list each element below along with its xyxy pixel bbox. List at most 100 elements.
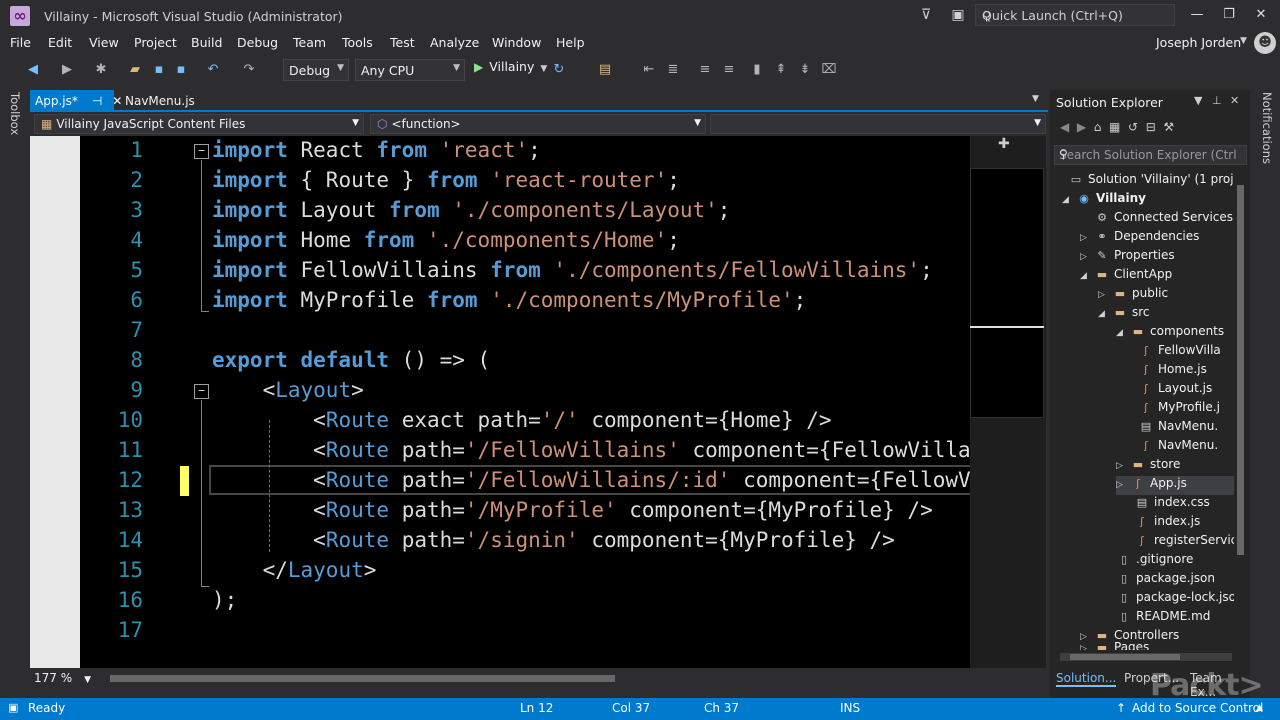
add-to-source-control-button[interactable]: Add to Source Control xyxy=(1132,701,1263,715)
collapsed-icon[interactable]: ▷ xyxy=(1080,644,1094,650)
tree-node-public[interactable]: ▷ ▬ public xyxy=(1098,286,1168,305)
minimize-button[interactable]: — xyxy=(1182,5,1212,25)
split-editor-icon[interactable]: ✚ xyxy=(998,136,1010,152)
tree-node-file[interactable]: ʃ FellowVilla xyxy=(1138,343,1221,362)
new-project-icon[interactable]: ✱ xyxy=(92,61,110,79)
avatar[interactable]: ☻ xyxy=(1254,32,1276,54)
map-viewport[interactable] xyxy=(970,168,1044,418)
properties-icon[interactable]: ⚒ xyxy=(1163,120,1174,134)
solution-search-input[interactable]: Search Solution Explorer (Ctrl ⚲ xyxy=(1054,145,1247,165)
bookmark-next-icon[interactable]: ⇟ xyxy=(796,61,814,79)
collapse-region-icon[interactable]: − xyxy=(194,384,209,399)
tab-app-js[interactable]: App.js* ⊣ ✕ xyxy=(30,90,122,112)
bookmark-clear-icon[interactable]: ⌧ xyxy=(820,61,838,79)
menu-help[interactable]: Help xyxy=(556,35,585,50)
tree-node-file[interactable]: ▤ NavMenu. xyxy=(1138,419,1218,438)
tree-node-file[interactable]: ▤ index.css xyxy=(1134,495,1210,514)
tree-node-file[interactable]: ʃ NavMenu. xyxy=(1138,438,1218,457)
expanded-icon[interactable]: ◢ xyxy=(1116,328,1130,338)
undo-icon[interactable]: ↶ xyxy=(204,61,222,79)
maximize-button[interactable]: ❐ xyxy=(1214,5,1244,25)
chevron-up-icon[interactable]: ▲ xyxy=(1256,703,1263,713)
bookmark-icon[interactable]: ▮ xyxy=(748,61,766,79)
tab-navmenu-js[interactable]: NavMenu.js xyxy=(120,90,200,112)
solution-horizontal-scrollbar[interactable] xyxy=(1060,653,1232,661)
solution-horizontal-thumb[interactable] xyxy=(1070,654,1180,660)
menu-window[interactable]: Window xyxy=(492,35,541,50)
menu-team[interactable]: Team xyxy=(293,35,326,50)
refresh-icon[interactable]: ↻ xyxy=(550,61,568,79)
bookmark-prev-icon[interactable]: ⇞ xyxy=(772,61,790,79)
expanded-icon[interactable]: ◢ xyxy=(1062,195,1076,205)
expanded-icon[interactable]: ◢ xyxy=(1098,309,1112,319)
menu-analyze[interactable]: Analyze xyxy=(430,35,479,50)
pin-icon[interactable]: ⊥ xyxy=(1212,94,1222,107)
tree-node-app-js[interactable]: ▷ ʃ App.js xyxy=(1116,476,1234,495)
quick-launch-input[interactable]: Quick Launch (Ctrl+Q) ⚲ xyxy=(975,4,1175,26)
code-area[interactable]: 1 2 3 4 5 6 7 8 9 10 11 12 13 14 15 16 1… xyxy=(80,136,970,668)
close-icon[interactable]: ✕ xyxy=(1230,94,1239,107)
horizontal-scroll-thumb[interactable] xyxy=(110,675,615,682)
tree-node-file[interactable]: ▯ package.json xyxy=(1116,571,1215,590)
filter-icon[interactable]: ⊽ xyxy=(916,5,936,25)
scope-dropdown[interactable]: ⬡ <function> ▼ xyxy=(370,114,706,134)
format-icon[interactable]: ≣ xyxy=(664,61,682,79)
collapse-all-icon[interactable]: ⊟ xyxy=(1146,120,1156,134)
save-all-icon[interactable]: ▪ xyxy=(172,61,190,79)
collapsed-icon[interactable]: ▷ xyxy=(1080,252,1094,262)
outdent-icon[interactable]: ≡ xyxy=(720,61,738,79)
notifications-tab[interactable]: Notifications xyxy=(1258,92,1274,172)
switch-views-icon[interactable]: ▦ xyxy=(1109,120,1120,134)
tree-node-dependencies[interactable]: ▷ ⚭ Dependencies xyxy=(1080,229,1199,248)
tree-node-file[interactable]: ʃ registerServic xyxy=(1134,533,1234,552)
platform-select[interactable]: Any CPU ▼ xyxy=(355,59,465,81)
tree-node-properties[interactable]: ▷ ✎ Properties xyxy=(1080,248,1175,267)
tree-node-file[interactable]: ▯ README.md xyxy=(1116,609,1210,628)
back-icon[interactable]: ◀ xyxy=(24,61,42,79)
tree-node-file[interactable]: ʃ Home.js xyxy=(1138,362,1207,381)
solution-scroll-thumb[interactable] xyxy=(1237,185,1244,555)
tree-node-file[interactable]: ʃ Layout.js xyxy=(1138,381,1212,400)
tree-node-clientapp[interactable]: ◢ ▬ ClientApp xyxy=(1080,267,1172,286)
configuration-select[interactable]: Debug ▼ xyxy=(283,59,349,81)
menu-view[interactable]: View xyxy=(89,35,119,50)
tree-node-project[interactable]: ◢ ◉ Villainy xyxy=(1062,191,1146,210)
tree-node-file[interactable]: ▯ .gitignore xyxy=(1116,552,1193,571)
expanded-icon[interactable]: ◢ xyxy=(1080,271,1094,281)
tree-node-connected-services[interactable]: ⚙ Connected Services xyxy=(1080,210,1233,229)
collapsed-icon[interactable]: ▷ xyxy=(1116,480,1130,490)
tree-node-file[interactable]: ʃ MyProfile.j xyxy=(1138,400,1220,419)
menu-edit[interactable]: Edit xyxy=(48,35,72,50)
collapsed-icon[interactable]: ▷ xyxy=(1116,461,1130,471)
menu-project[interactable]: Project xyxy=(134,35,177,50)
back-icon[interactable]: ◀ xyxy=(1060,120,1069,134)
source-control-arrow-icon[interactable]: ↑ xyxy=(1116,701,1126,715)
tree-node-components[interactable]: ◢ ▬ components xyxy=(1116,324,1224,343)
chevron-down-icon[interactable]: ▼ xyxy=(1240,36,1247,46)
menu-build[interactable]: Build xyxy=(191,35,222,50)
step-icon[interactable]: ⇤ xyxy=(640,61,658,79)
tree-node-pages[interactable]: ▷ ▬ Pages xyxy=(1080,640,1149,650)
feedback-icon[interactable]: ▣ xyxy=(948,5,968,25)
project-dropdown[interactable]: ▦ Villainy JavaScript Content Files ▼ xyxy=(34,114,364,134)
collapsed-icon[interactable]: ▷ xyxy=(1098,290,1112,300)
save-icon[interactable]: ▪ xyxy=(150,61,168,79)
home-icon[interactable]: ⌂ xyxy=(1094,120,1102,134)
menu-test[interactable]: Test xyxy=(390,35,415,50)
user-name[interactable]: Joseph Jorden xyxy=(1156,35,1241,50)
forward-icon[interactable]: ▶ xyxy=(1077,120,1086,134)
tree-node-solution[interactable]: ▭ Solution 'Villainy' (1 project xyxy=(1054,172,1234,191)
forward-icon[interactable]: ▶ xyxy=(58,61,76,79)
chevron-down-icon[interactable]: ▼ xyxy=(1194,94,1202,107)
tree-node-file[interactable]: ▯ package-lock.jsor xyxy=(1116,590,1234,609)
browse-icon[interactable]: ▤ xyxy=(596,61,614,79)
collapse-region-icon[interactable]: − xyxy=(194,144,209,159)
zoom-select[interactable]: 177 % ▼ xyxy=(34,671,92,687)
tree-node-src[interactable]: ◢ ▬ src xyxy=(1098,305,1150,324)
toolbox-tab[interactable]: Toolbox xyxy=(8,92,22,152)
tree-node-file[interactable]: ʃ index.js xyxy=(1134,514,1200,533)
tab-solution-explorer[interactable]: Solution... xyxy=(1056,671,1117,687)
collapsed-icon[interactable]: ▷ xyxy=(1080,233,1094,243)
tree-node-store[interactable]: ▷ ▬ store xyxy=(1116,457,1180,476)
redo-icon[interactable]: ↷ xyxy=(240,61,258,79)
